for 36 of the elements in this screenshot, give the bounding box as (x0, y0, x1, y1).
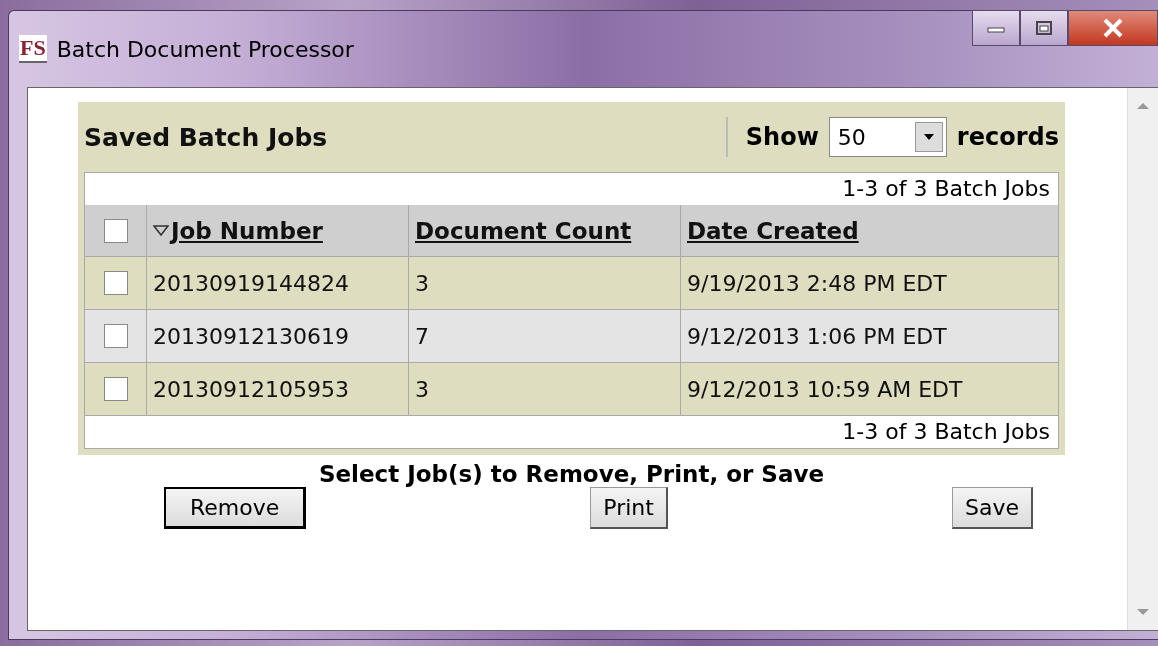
pagination-info: 1-3 of 3 Batch Jobs (841, 175, 1051, 203)
checkbox[interactable] (103, 377, 128, 401)
table-cell: 7 (415, 323, 429, 349)
minimize-button[interactable] (972, 10, 1020, 46)
show-label: Show (745, 123, 819, 151)
column-header-link[interactable]: Document Count (415, 217, 632, 244)
column-header-link[interactable]: Job Number (171, 217, 323, 244)
column-header-link[interactable]: Date Created (687, 217, 859, 244)
table-cell: 20130912130619 (153, 323, 349, 349)
maximize-button[interactable] (1020, 10, 1068, 46)
table-cell: 20130912105953 (153, 376, 349, 402)
instruction-text: Select Job(s) to Remove, Print, or Save (317, 461, 826, 487)
table-cell: 9/12/2013 10:59 AM EDT (687, 376, 963, 402)
panel-title: Saved Batch Jobs (84, 122, 328, 152)
table-cell: 3 (415, 270, 429, 296)
maximize-icon (1034, 20, 1054, 36)
checkbox[interactable] (103, 271, 128, 295)
scrollbar[interactable] (1127, 88, 1158, 630)
records-label: records (956, 123, 1059, 151)
close-icon (1101, 18, 1125, 38)
action-button[interactable]: Remove (164, 487, 307, 529)
table-cell: 20130919144824 (153, 270, 349, 296)
pagination-info: 1-3 of 3 Batch Jobs (841, 418, 1051, 446)
table-cell: 3 (415, 376, 429, 402)
app-logo-icon: FS (19, 35, 47, 63)
action-button[interactable]: Print (590, 487, 668, 529)
action-button[interactable]: Save (952, 487, 1033, 529)
page-size-dropdown[interactable]: 50 (828, 117, 947, 157)
table-cell: 9/12/2013 1:06 PM EDT (687, 323, 947, 349)
checkbox[interactable] (103, 218, 128, 243)
checkbox[interactable] (103, 324, 128, 348)
table-cell: 9/19/2013 2:48 PM EDT (687, 270, 947, 296)
close-button[interactable] (1068, 10, 1158, 46)
scroll-down-icon[interactable] (1136, 608, 1150, 616)
window-title: Batch Document Processor (56, 36, 354, 62)
scroll-up-icon[interactable] (1136, 102, 1150, 110)
